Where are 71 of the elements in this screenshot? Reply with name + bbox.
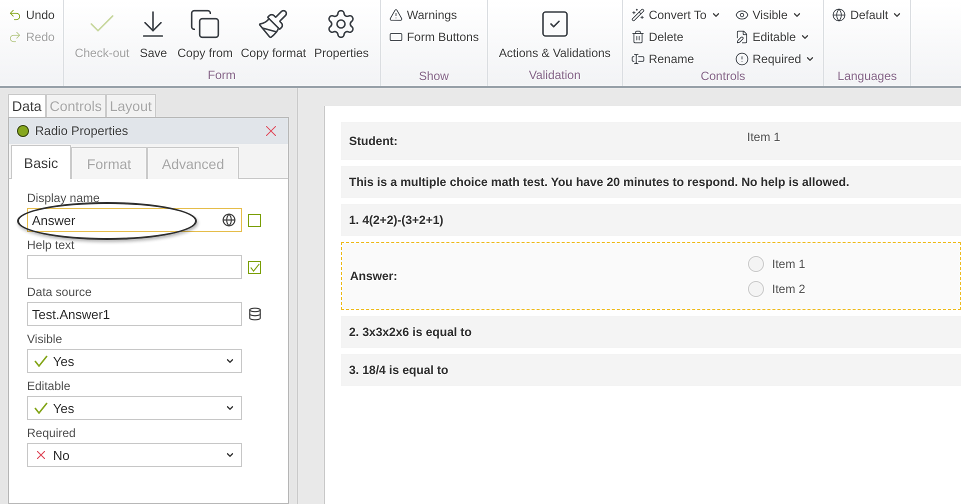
select-field[interactable]: Yes: [27, 349, 242, 373]
ribbon-button[interactable]: Save: [134, 4, 172, 68]
ribbon-icon: [630, 52, 645, 66]
section-text: 1. 4(2+2)-(3+2+1): [349, 213, 444, 227]
checkbox[interactable]: [248, 214, 261, 226]
ribbon-icon: [832, 8, 846, 22]
ribbon-button[interactable]: Actions & Validations: [496, 4, 614, 68]
radio-option[interactable]: Item 2: [748, 280, 806, 296]
check-icon: [250, 262, 260, 272]
radio-button[interactable]: [748, 256, 764, 272]
text-field[interactable]: Answer: [27, 208, 242, 232]
cross-icon: [34, 448, 48, 462]
group-label: Controls: [700, 69, 746, 85]
select-field[interactable]: Yes: [27, 396, 242, 420]
radio-type-icon: [17, 125, 29, 137]
ribbon-icon: [388, 8, 403, 22]
ribbon-icon: [734, 8, 748, 22]
caret-icon: [225, 450, 235, 460]
ribbon-icon: [8, 30, 22, 44]
ribbon-button[interactable]: Editable: [734, 26, 816, 47]
radio-button[interactable]: [748, 280, 764, 296]
ribbon-button[interactable]: Warnings: [388, 4, 479, 25]
ribbon-button[interactable]: Undo: [8, 4, 55, 25]
ribbon-button[interactable]: Convert To: [630, 4, 720, 25]
radio-option[interactable]: Item 1: [748, 256, 806, 272]
section-text: 2. 3x3x2x6 is equal to: [349, 325, 472, 339]
group-label: Show: [418, 69, 450, 85]
text-field[interactable]: [27, 255, 242, 279]
field-label: Visible: [27, 332, 64, 346]
ribbon-button[interactable]: Copy from: [174, 4, 236, 68]
section-text: 3. 18/4 is equal to: [349, 363, 448, 377]
select-field[interactable]: No: [27, 443, 242, 467]
ribbon-button[interactable]: Delete: [630, 26, 720, 47]
group-label: Validation: [528, 68, 582, 84]
field-value: Item 1: [747, 130, 780, 144]
ribbon-icon: [257, 8, 290, 40]
caret-icon: [225, 403, 235, 413]
text-field[interactable]: Test.Answer1: [27, 302, 242, 326]
radio-section[interactable]: Answer: Item 1 Item 2: [341, 242, 961, 310]
dialog-tab[interactable]: Basic: [11, 145, 71, 179]
group-label: Languages: [836, 69, 898, 85]
field-label: Help text: [27, 238, 76, 252]
field-label: Editable: [27, 379, 72, 393]
field-label: Answer:: [350, 269, 398, 283]
ribbon-icon: [734, 30, 748, 44]
ribbon-button[interactable]: Visible: [734, 4, 816, 25]
field-label: Data source: [27, 285, 93, 299]
check-icon: [34, 402, 48, 414]
section-text: This is a multiple choice math test. You have 20 minutes to respond. No help is allowed.: [349, 175, 850, 189]
ribbon-button[interactable]: Required: [734, 48, 816, 69]
caret-icon: [225, 356, 235, 366]
ribbon-icon: [630, 30, 645, 44]
checkbox[interactable]: [248, 260, 261, 274]
ribbon-icon: [734, 52, 748, 66]
field-label: Required: [27, 426, 77, 440]
ribbon-button[interactable]: Default: [832, 4, 902, 25]
ribbon-icon: [8, 8, 22, 22]
ribbon-button[interactable]: Properties: [311, 4, 372, 68]
field-label: Display name: [27, 191, 101, 205]
ribbon-icon: [630, 8, 645, 22]
ribbon-icon: [189, 8, 222, 40]
ribbon-button[interactable]: Form Buttons: [388, 26, 479, 47]
dialog-title: Radio Properties: [35, 124, 130, 138]
ribbon-button[interactable]: Copy format: [238, 4, 310, 68]
check-icon: [34, 355, 48, 367]
group-label: Form: [206, 68, 237, 84]
database-icon[interactable]: [248, 307, 262, 321]
ribbon-button[interactable]: Rename: [630, 48, 720, 69]
globe-icon: [222, 213, 236, 227]
panel-tab[interactable]: Data: [8, 94, 46, 117]
field-label: Student:: [349, 134, 399, 148]
